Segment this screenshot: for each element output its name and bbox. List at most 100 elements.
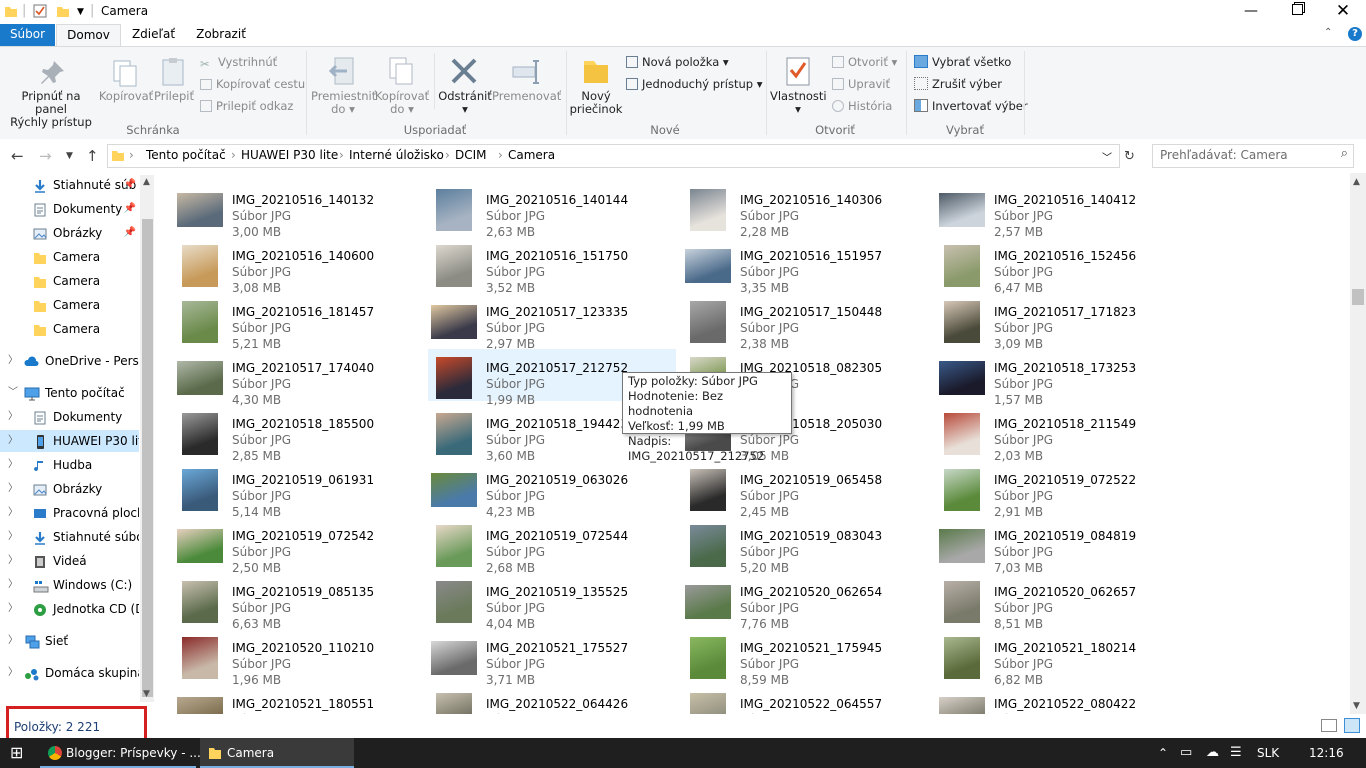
easy-access-button[interactable]: Jednoduchý prístup ▾ <box>626 77 763 91</box>
sidebar-item-camera[interactable]: Camera <box>0 246 139 268</box>
file-item[interactable]: IMG_20210517_171823 Súbor JPG 3,09 MB <box>922 293 1170 351</box>
scroll-down-icon[interactable]: ▼ <box>1353 701 1360 711</box>
sidebar-item-camera[interactable]: Camera <box>0 270 139 292</box>
file-item[interactable]: IMG_20210519_083043 Súbor JPG 5,20 MB <box>668 517 916 575</box>
volume-icon[interactable]: ☰ <box>1230 738 1242 768</box>
chevron-right-icon[interactable]: 〉 <box>8 574 18 596</box>
sidebar-item-sie[interactable]: 〉 Sieť <box>0 630 139 652</box>
sidebar-item-vide[interactable]: 〉 Videá <box>0 550 139 572</box>
show-hidden-icons-icon[interactable]: ⌃ <box>1158 738 1168 768</box>
file-item[interactable]: IMG_20210517_123335 Súbor JPG 2,97 MB <box>414 293 662 351</box>
cut-button[interactable]: ✂ Vystrihnúť <box>200 55 277 71</box>
tab-file[interactable]: Súbor <box>0 24 55 46</box>
chevron-right-icon[interactable]: 〉 <box>8 430 18 452</box>
edit-button[interactable]: Upraviť <box>832 77 890 91</box>
invert-selection-button[interactable]: Invertovať výber <box>914 99 1028 113</box>
taskbar-app-explorer[interactable]: Camera <box>200 738 354 768</box>
chevron-right-icon[interactable]: 〉 <box>8 662 18 684</box>
refresh-icon[interactable]: ↻ <box>1124 149 1135 164</box>
file-item[interactable]: IMG_20210518_211549 Súbor JPG 2,03 MB <box>922 405 1170 463</box>
file-item[interactable]: IMG_20210519_072544 Súbor JPG 2,68 MB <box>414 517 662 575</box>
file-item[interactable]: IMG_20210520_062657 Súbor JPG 8,51 MB <box>922 573 1170 631</box>
pin-quick-access-button[interactable]: Pripnúť na panel Rýchly prístup <box>4 90 98 129</box>
rename-button[interactable]: Premenovať <box>492 90 561 103</box>
properties-button[interactable]: Vlastnosti ▾ <box>770 90 827 116</box>
breadcrumb-camera[interactable]: Camera <box>508 148 555 162</box>
breadcrumb-internal-storage[interactable]: Interné úložisko <box>349 148 444 162</box>
sidebar-item-huawei-p30-lite[interactable]: 〉 HUAWEI P30 lite <box>0 430 139 452</box>
battery-icon[interactable]: ▭ <box>1180 738 1192 768</box>
paste-shortcut-button[interactable]: Prilepiť odkaz <box>200 99 293 113</box>
file-item[interactable]: IMG_20210516_140306 Súbor JPG 2,28 MB <box>668 181 916 239</box>
sidebar-item-onedrive-person[interactable]: 〉 OneDrive - Person <box>0 350 139 372</box>
file-item[interactable]: IMG_20210519_085135 Súbor JPG 6,63 MB <box>160 573 408 631</box>
chevron-right-icon[interactable]: 〉 <box>8 526 18 548</box>
details-view-icon[interactable] <box>1321 719 1337 732</box>
file-item[interactable]: IMG_20210521_180551Súbor JPG <box>160 685 408 714</box>
windows-start-icon[interactable]: ⊞ <box>10 738 23 768</box>
file-item[interactable]: IMG_20210516_152456 Súbor JPG 6,47 MB <box>922 237 1170 295</box>
file-item[interactable]: IMG_20210517_174040 Súbor JPG 4,30 MB <box>160 349 408 407</box>
copy-button[interactable]: Kopírovať <box>98 90 154 103</box>
sidebar-item-tento-po-ta[interactable]: ﹀ Tento počítač <box>0 382 139 404</box>
network-icon[interactable]: ☁ <box>1206 738 1219 768</box>
sidebar-scrollbar-thumb[interactable] <box>142 219 153 697</box>
history-button[interactable]: História <box>832 99 892 113</box>
sidebar-item-dom-ca-skupina[interactable]: 〉 Domáca skupina <box>0 662 139 684</box>
chevron-right-icon[interactable]: 〉 <box>8 550 18 572</box>
customize-quick-access-icon[interactable]: ▼ <box>77 7 84 17</box>
delete-button[interactable]: Odstrániť ▾ <box>436 90 494 116</box>
search-box[interactable]: Prehľadávať: Camera ⌕ <box>1152 144 1354 168</box>
file-item[interactable]: IMG_20210519_061931 Súbor JPG 5,14 MB <box>160 461 408 519</box>
file-item[interactable]: IMG_20210522_064557Súbor JPG <box>668 685 916 714</box>
sidebar-item-obr-zky[interactable]: 〉 Obrázky <box>0 478 139 500</box>
file-item[interactable]: IMG_20210517_150448 Súbor JPG 2,38 MB <box>668 293 916 351</box>
file-item[interactable]: IMG_20210520_110210 Súbor JPG 1,96 MB <box>160 629 408 687</box>
file-item[interactable]: IMG_20210516_140132 Súbor JPG 3,00 MB <box>160 181 408 239</box>
sidebar-item-stiahnut-s-b[interactable]: Stiahnuté súb 📌 <box>0 174 139 196</box>
content-scrollbar[interactable] <box>1350 173 1366 714</box>
tab-home[interactable]: Domov <box>56 24 121 47</box>
chevron-right-icon[interactable]: 〉 <box>8 406 18 428</box>
new-item-button[interactable]: Nová položka ▾ <box>626 55 729 69</box>
sidebar-item-jednotka-cd-d[interactable]: 〉 Jednotka CD (D:) <box>0 598 139 620</box>
search-icon[interactable]: ⌕ <box>1341 146 1348 161</box>
file-item[interactable]: IMG_20210516_181457 Súbor JPG 5,21 MB <box>160 293 408 351</box>
collapse-ribbon-icon[interactable]: ⌃ <box>1324 27 1332 38</box>
sidebar-item-obr-zky[interactable]: Obrázky 📌 <box>0 222 139 244</box>
address-bar[interactable]: › Tento počítač › HUAWEI P30 lite › Inte… <box>107 144 1120 168</box>
open-button[interactable]: Otvoriť ▾ <box>832 55 897 69</box>
forward-arrow-icon[interactable]: → <box>39 147 52 165</box>
file-item[interactable]: IMG_20210516_140412 Súbor JPG 2,57 MB <box>922 181 1170 239</box>
select-all-button[interactable]: Vybrať všetko <box>914 55 1011 69</box>
close-button[interactable]: ✕ <box>1320 0 1366 24</box>
address-dropdown-icon[interactable]: ﹀ <box>1102 149 1112 164</box>
large-icons-view-icon[interactable] <box>1344 718 1360 733</box>
breadcrumb-huawei[interactable]: HUAWEI P30 lite <box>241 148 338 162</box>
scroll-down-icon[interactable]: ▼ <box>143 689 150 699</box>
file-item[interactable]: IMG_20210516_140600 Súbor JPG 3,08 MB <box>160 237 408 295</box>
file-item[interactable]: IMG_20210519_135525 Súbor JPG 4,04 MB <box>414 573 662 631</box>
sidebar-item-pracovn-plocha[interactable]: 〉 Pracovná plocha <box>0 502 139 524</box>
chevron-right-icon[interactable]: 〉 <box>8 598 18 620</box>
file-item[interactable]: IMG_20210516_151750 Súbor JPG 3,52 MB <box>414 237 662 295</box>
file-item[interactable]: IMG_20210521_180214 Súbor JPG 6,82 MB <box>922 629 1170 687</box>
sidebar-item-dokumenty[interactable]: 〉 Dokumenty <box>0 406 139 428</box>
back-arrow-icon[interactable]: ← <box>11 147 24 165</box>
chevron-right-icon[interactable]: 〉 <box>8 502 18 524</box>
file-item[interactable]: IMG_20210519_065458 Súbor JPG 2,45 MB <box>668 461 916 519</box>
chevron-right-icon[interactable]: 〉 <box>8 478 18 500</box>
maximize-button[interactable] <box>1274 0 1320 24</box>
sidebar-item-windows-c[interactable]: 〉 Windows (C:) <box>0 574 139 596</box>
language-indicator[interactable]: SLK <box>1257 738 1279 768</box>
properties-icon[interactable] <box>33 4 47 18</box>
file-item[interactable]: IMG_20210519_084819 Súbor JPG 7,03 MB <box>922 517 1170 575</box>
new-folder-icon[interactable] <box>56 4 70 18</box>
help-icon[interactable]: ? <box>1348 27 1362 41</box>
up-arrow-icon[interactable]: ↑ <box>86 147 99 165</box>
file-item[interactable]: IMG_20210521_175527 Súbor JPG 3,71 MB <box>414 629 662 687</box>
file-item[interactable]: IMG_20210516_151957 Súbor JPG 3,35 MB <box>668 237 916 295</box>
paste-button[interactable]: Prilepiť <box>152 90 196 103</box>
chevron-right-icon[interactable]: 〉 <box>8 454 18 476</box>
file-item[interactable]: IMG_20210522_064426Súbor JPG <box>414 685 662 714</box>
